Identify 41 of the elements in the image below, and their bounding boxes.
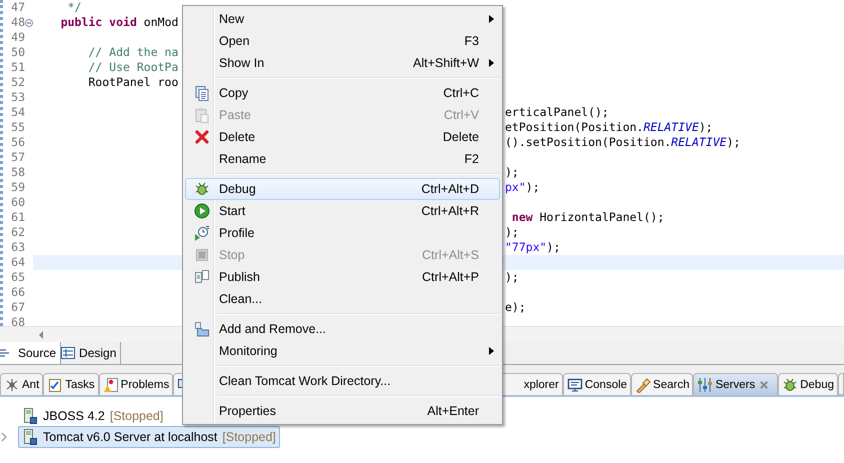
line-number: 51 (10, 60, 25, 75)
line-number: 49 (10, 30, 25, 45)
server-status: [Stopped] (110, 408, 164, 422)
line-number: 48 (10, 15, 25, 30)
line-number: 60 (10, 195, 25, 210)
line-number: 68 (10, 315, 25, 326)
line-number: 62 (10, 225, 25, 240)
code-text: px"); (505, 180, 540, 194)
server-status: [Stopped] (222, 430, 276, 444)
code-text: ); (505, 225, 519, 239)
line-number: 53 (10, 90, 25, 105)
code-text: */ (66, 0, 82, 14)
code-text: new HorizontalPanel(); (510, 210, 664, 224)
line-number: 58 (10, 165, 25, 180)
line-number: 47 (10, 0, 25, 15)
code-text: erticalPanel(); (505, 105, 609, 119)
code-text: ); (505, 165, 519, 179)
line-number: 65 (10, 270, 25, 285)
line-number: 64 (10, 255, 25, 270)
line-number: 63 (10, 240, 25, 255)
code-text: ().setPosition(Position.RELATIVE); (505, 135, 740, 149)
line-number: 52 (10, 75, 25, 90)
code-text: ); (505, 270, 519, 284)
line-number: 55 (10, 120, 25, 135)
line-number: 67 (10, 300, 25, 315)
line-number: 59 (10, 180, 25, 195)
line-number: 54 (10, 105, 25, 120)
line-number: 61 (10, 210, 25, 225)
line-number: 66 (10, 285, 25, 300)
line-number: 57 (10, 150, 25, 165)
server-name: Tomcat v6.0 Server at localhost (43, 430, 218, 444)
code-text: // Add the na (87, 45, 178, 59)
code-text: // Use RootPa (87, 60, 178, 74)
code-text: etPosition(Position.RELATIVE); (505, 120, 713, 134)
line-number: 56 (10, 135, 25, 150)
code-text: "77px"); (505, 240, 560, 254)
server-name: JBOSS 4.2 (43, 408, 105, 422)
code-text: e); (505, 300, 526, 314)
line-number: 50 (10, 45, 25, 60)
code-text: public void onMod (60, 15, 178, 29)
code-text: RootPanel roo (87, 75, 178, 89)
